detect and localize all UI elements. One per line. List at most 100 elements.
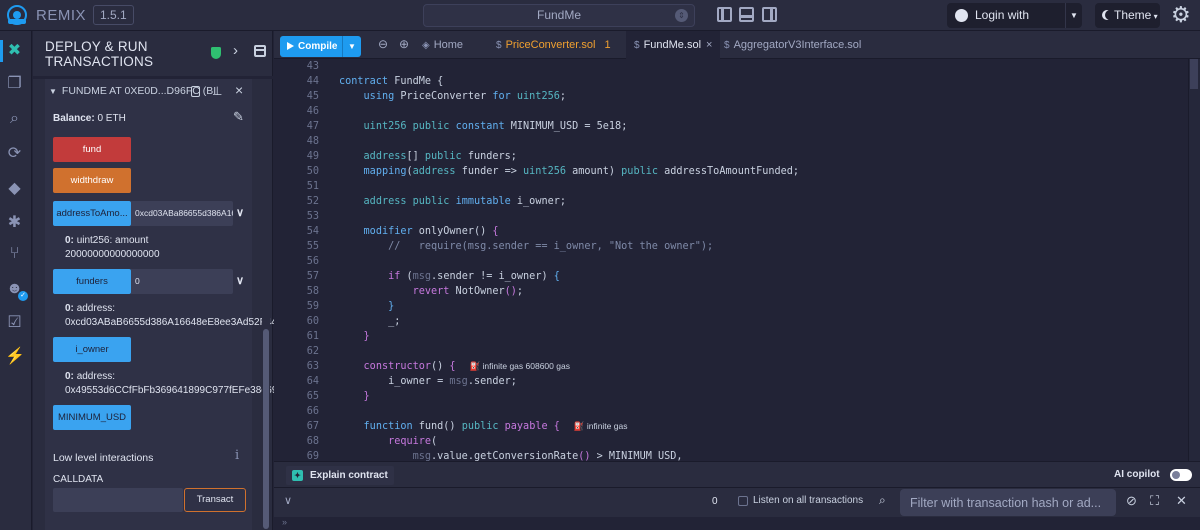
ai-copilot-toggle[interactable]: [1170, 469, 1192, 481]
calldata-label: CALLDATA: [53, 474, 104, 485]
line-number: 55: [306, 241, 319, 252]
code-line: address[] public funders;: [363, 151, 517, 162]
remix-home-icon: ◈: [422, 40, 430, 51]
tab-fundme[interactable]: $ FundMe.sol ×: [626, 31, 721, 59]
code-line: if (msg.sender != i_owner) {: [388, 271, 560, 282]
editor-tab-bar: Compile ▼ ⊖ ⊕ ◈ Home $ PriceConverter.sol …: [274, 31, 1200, 59]
chevron-updown-icon: ⇕: [675, 9, 688, 22]
line-number: 49: [306, 151, 319, 162]
tab-home[interactable]: ◈ Home: [422, 31, 463, 59]
funders-button[interactable]: funders: [53, 269, 131, 294]
verified-shield-icon: [211, 47, 221, 59]
code-line: constructor() {⛽ infinite gas 608600 gas: [363, 361, 570, 372]
panel-title-line2: TRANSACTIONS: [45, 54, 154, 69]
code-line: }: [388, 301, 395, 312]
minimum-usd-button[interactable]: MINIMUM_USD: [53, 405, 131, 430]
tab-aggregator[interactable]: $ AggregatorV3Interface.sol: [724, 31, 861, 59]
solidity-file-icon: $: [724, 40, 730, 51]
pin-icon[interactable]: ⊥: [212, 84, 222, 98]
funders-input[interactable]: 0: [131, 269, 233, 294]
address-to-amount-input[interactable]: 0xcd03ABa86655d386A166: [131, 201, 233, 226]
static-analysis-icon[interactable]: ☑: [5, 313, 24, 332]
workspace-select[interactable]: FundMe ⇕: [423, 4, 695, 27]
withdraw-button[interactable]: widthdraw: [53, 168, 131, 193]
chevron-down-icon: ▼: [49, 87, 57, 96]
theme-label: Theme: [1114, 8, 1152, 22]
panel-scroll-thumb[interactable]: [263, 329, 269, 529]
code-line: msg.value.getConversionRate() > MINIMUM_…: [412, 451, 683, 461]
gas-estimate-text: infinite gas 608600 gas: [482, 361, 570, 371]
fund-button[interactable]: fund: [53, 137, 131, 162]
deploy-icon[interactable]: ◆: [5, 179, 24, 198]
deploy-run-plugin-icon[interactable]: ✖: [5, 41, 24, 60]
github-dropdown-button[interactable]: ▼: [1065, 3, 1082, 28]
code-line: }: [363, 331, 370, 342]
info-icon[interactable]: i: [235, 448, 239, 463]
chevron-down-icon[interactable]: ∨: [284, 494, 292, 507]
code-editor[interactable]: 43 44 45 46 47 48 49 50 51 52 53 54 55 5…: [274, 59, 1200, 461]
settings-gear-icon[interactable]: ⚙: [1171, 3, 1191, 27]
login-github-button[interactable]: Login with GitHub: [947, 3, 1065, 47]
editor-scroll-thumb[interactable]: [1190, 59, 1198, 89]
copy-address-icon[interactable]: [191, 86, 200, 97]
line-number: 46: [306, 106, 319, 117]
workspace-name: FundMe: [536, 8, 582, 22]
chevron-down-icon[interactable]: ∨: [236, 206, 244, 219]
debugger-icon[interactable]: ✱: [5, 213, 24, 232]
line-number: 61: [306, 331, 319, 342]
file-explorer-icon[interactable]: ❐: [5, 74, 24, 93]
close-icon[interactable]: ×: [235, 82, 243, 98]
clear-console-icon[interactable]: ⊘: [1126, 493, 1137, 509]
toggle-right-panel-icon[interactable]: [762, 7, 777, 22]
terminal-output[interactable]: »: [274, 517, 1200, 530]
editor-scrollbar[interactable]: [1188, 59, 1200, 461]
code-line: // require(msg.sender == i_owner, "Not t…: [339, 241, 714, 252]
code-line: require(: [388, 436, 438, 447]
transaction-filter-input[interactable]: [900, 489, 1116, 516]
transact-button[interactable]: Transact: [184, 488, 246, 512]
close-tab-icon[interactable]: ×: [706, 39, 712, 51]
code-line: mapping(address funder => uint256 amount…: [363, 166, 800, 177]
chevron-right-icon[interactable]: ›: [233, 42, 238, 59]
output-value: uint256: amount 20000000000000000: [65, 235, 160, 260]
copilot-plugin-icon[interactable]: ☻ ✓: [5, 279, 28, 301]
listen-all-checkbox[interactable]: [738, 496, 748, 506]
explain-contract-button[interactable]: ✦ Explain contract: [286, 466, 394, 485]
line-number: 57: [306, 271, 319, 282]
search-icon[interactable]: ⌕: [5, 109, 24, 128]
ai-copilot-label: AI copilot: [1114, 469, 1160, 480]
solidity-compiler-icon[interactable]: ⟳: [5, 144, 24, 163]
zoom-out-icon[interactable]: ⊖: [378, 37, 388, 51]
line-number: 62: [306, 346, 319, 357]
compile-dropdown-button[interactable]: ▼: [342, 36, 361, 57]
dock-panel-icon[interactable]: [254, 45, 266, 57]
address-to-amount-button[interactable]: addressToAmo...: [53, 201, 131, 226]
remix-logo[interactable]: [6, 4, 28, 26]
line-number: 54: [306, 226, 319, 237]
side-panel: DEPLOY & RUN TRANSACTIONS › ▼ FUNDME AT …: [33, 31, 302, 530]
panel-title-line1: DEPLOY & RUN: [45, 39, 148, 54]
code-line: modifier onlyOwner() {: [363, 226, 499, 237]
line-number: 60: [306, 316, 319, 327]
edit-icon[interactable]: ✎: [233, 109, 244, 125]
git-icon[interactable]: ⑂: [5, 244, 24, 263]
calldata-input[interactable]: [53, 488, 183, 512]
close-terminal-icon[interactable]: ✕: [1176, 493, 1187, 509]
gas-estimate: ⛽ infinite gas: [574, 421, 628, 431]
line-number: 63: [306, 361, 319, 372]
plugin-manager-icon[interactable]: ⚡: [5, 347, 25, 366]
i-owner-button[interactable]: i_owner: [53, 337, 131, 362]
moon-icon: [1105, 10, 1115, 20]
tab-price-converter[interactable]: $ PriceConverter.sol 1: [496, 31, 611, 59]
code-line: uint256 public constant MINIMUM_USD = 5e…: [363, 121, 628, 132]
line-number: 43: [306, 61, 319, 72]
compile-button[interactable]: Compile: [280, 36, 342, 57]
theme-button[interactable]: Theme ▾: [1095, 3, 1160, 28]
toggle-bottom-panel-icon[interactable]: [739, 7, 754, 22]
chevron-down-icon[interactable]: ∨: [236, 274, 244, 287]
warning-count: 1: [604, 39, 611, 51]
toggle-left-panel-icon[interactable]: [717, 7, 732, 22]
zoom-in-icon[interactable]: ⊕: [399, 37, 409, 51]
line-number: 52: [306, 196, 319, 207]
fullscreen-icon[interactable]: ⛶: [1150, 493, 1159, 509]
